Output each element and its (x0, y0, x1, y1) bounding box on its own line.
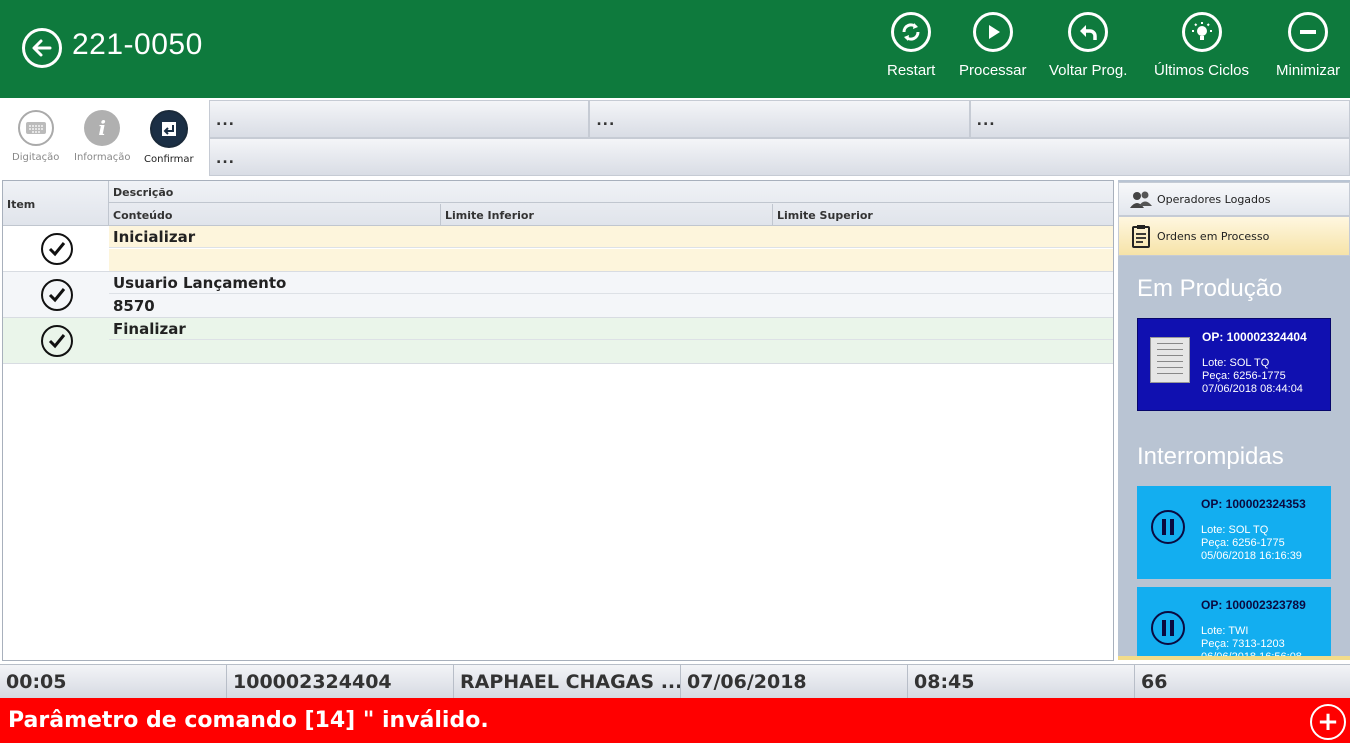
row-descricao: Inicializar (109, 226, 1113, 248)
page-title: 221-0050 (72, 28, 203, 61)
tab-operadores-logados[interactable]: Operadores Logados (1118, 182, 1350, 216)
restart-label: Restart (887, 62, 936, 79)
order-number: OP: 100002323789 (1201, 598, 1306, 612)
order-lote: Lote: SOL TQ (1202, 357, 1270, 369)
status-usuario: RAPHAEL CHAGAS ... (454, 665, 681, 698)
panel-scroll-indicator (1118, 656, 1350, 660)
error-bar: Parâmetro de comando [14] " inválido. + (0, 698, 1350, 743)
checkmark-icon (41, 233, 73, 265)
pause-icon (1151, 611, 1185, 645)
play-icon (972, 12, 1013, 52)
lightbulb-icon (1181, 12, 1222, 52)
back-button[interactable] (22, 28, 62, 68)
production-order-card[interactable]: OP: 100002324404 Lote: SOL TQ Peça: 6256… (1137, 318, 1331, 411)
order-peca: Peça: 6256-1775 (1202, 370, 1286, 382)
column-header-limite-inferior[interactable]: Limite Inferior (441, 204, 773, 226)
voltar-prog-label: Voltar Prog. (1049, 62, 1128, 79)
status-numero: 66 (1141, 671, 1168, 693)
enter-icon (149, 110, 188, 148)
confirmar-label: Confirmar (144, 154, 194, 165)
informacao-button[interactable]: i Informação (74, 110, 130, 163)
app-header: 221-0050 Restart Processar Voltar Prog. … (0, 0, 1350, 98)
status-hora: 08:45 (908, 665, 1135, 698)
interrupted-order-card[interactable]: OP: 100002324353 Lote: SOL TQ Peça: 6256… (1137, 486, 1331, 579)
order-lote: Lote: SOL TQ (1201, 524, 1269, 536)
minimizar-button[interactable]: Minimizar (1276, 12, 1340, 92)
expand-plus-icon[interactable]: + (1310, 704, 1346, 740)
column-header-item[interactable]: Item (3, 181, 109, 226)
confirmar-button[interactable]: Confirmar (144, 110, 194, 165)
row-conteudo (109, 341, 1113, 363)
processar-button[interactable]: Processar (959, 12, 1027, 92)
minimizar-label: Minimizar (1276, 62, 1341, 79)
users-icon (1129, 187, 1153, 211)
checklist-table: Item Descrição Conteúdo Limite Inferior … (2, 180, 1114, 661)
restart-button[interactable]: Restart (887, 12, 935, 92)
tab-ordens-label: Ordens em Processo (1157, 229, 1270, 243)
document-icon (1150, 337, 1190, 383)
table-row[interactable]: Inicializar (3, 226, 1113, 272)
undo-icon (1068, 12, 1109, 52)
column-header-descricao[interactable]: Descrição (109, 181, 1113, 203)
informacao-label: Informação (74, 152, 131, 163)
pause-icon (1151, 510, 1185, 544)
order-date: 05/06/2018 16:16:39 (1201, 550, 1302, 562)
status-data: 07/06/2018 (681, 665, 908, 698)
order-number: OP: 100002324404 (1202, 330, 1307, 344)
status-tempo: 00:05 (0, 665, 227, 698)
info-field: ... (209, 100, 590, 138)
error-message: Parâmetro de comando [14] " inválido. (8, 708, 489, 733)
checkmark-icon (41, 279, 73, 311)
row-conteudo (109, 249, 1113, 271)
interrupted-order-card[interactable]: OP: 100002323789 Lote: TWI Peça: 7313-12… (1137, 587, 1331, 660)
orders-panel: Operadores Logados Ordens em Processo Em… (1118, 180, 1350, 660)
voltar-prog-button[interactable]: Voltar Prog. (1049, 12, 1127, 92)
restart-icon (891, 12, 932, 52)
status-ordem: 100002324404 (227, 665, 454, 698)
order-lote: Lote: TWI (1201, 625, 1249, 637)
info-field: ... (589, 100, 970, 138)
ultimos-ciclos-label: Últimos Ciclos (1154, 62, 1250, 79)
keyboard-icon (17, 110, 54, 146)
digitacao-label: Digitação (12, 152, 60, 163)
table-row[interactable]: Finalizar (3, 318, 1113, 364)
row-descricao: Usuario Lançamento (109, 272, 1113, 294)
order-peca: Peça: 6256-1775 (1201, 537, 1285, 549)
clipboard-icon (1129, 224, 1153, 248)
tab-operadores-label: Operadores Logados (1157, 192, 1271, 206)
em-producao-title: Em Produção (1137, 275, 1283, 302)
status-bar: 00:05 100002324404 RAPHAEL CHAGAS ... 07… (0, 664, 1350, 698)
checkmark-icon (41, 325, 73, 357)
ultimos-ciclos-button[interactable]: Últimos Ciclos (1154, 12, 1249, 92)
info-field: ... (209, 138, 1350, 176)
row-descricao: Finalizar (109, 318, 1113, 340)
interrompidas-title: Interrompidas (1137, 443, 1284, 470)
processar-label: Processar (959, 62, 1027, 79)
table-row[interactable]: Usuario Lançamento 8570 (3, 272, 1113, 318)
table-header: Item Descrição Conteúdo Limite Inferior … (3, 181, 1113, 226)
row-conteudo: 8570 (113, 297, 155, 315)
order-date: 07/06/2018 08:44:04 (1202, 383, 1303, 395)
tab-ordens-em-processo[interactable]: Ordens em Processo (1118, 216, 1350, 256)
info-field: ... (969, 100, 1350, 138)
column-header-limite-superior[interactable]: Limite Superior (773, 204, 1113, 226)
arrow-left-icon (32, 39, 52, 57)
info-icon: i (84, 110, 121, 146)
column-header-conteudo[interactable]: Conteúdo (109, 204, 441, 226)
digitacao-button[interactable]: Digitação (12, 110, 59, 163)
order-peca: Peça: 7313-1203 (1201, 638, 1285, 650)
info-fields: ... ... ... ... (209, 100, 1350, 176)
order-number: OP: 100002324353 (1201, 497, 1306, 511)
minus-icon (1288, 12, 1329, 52)
